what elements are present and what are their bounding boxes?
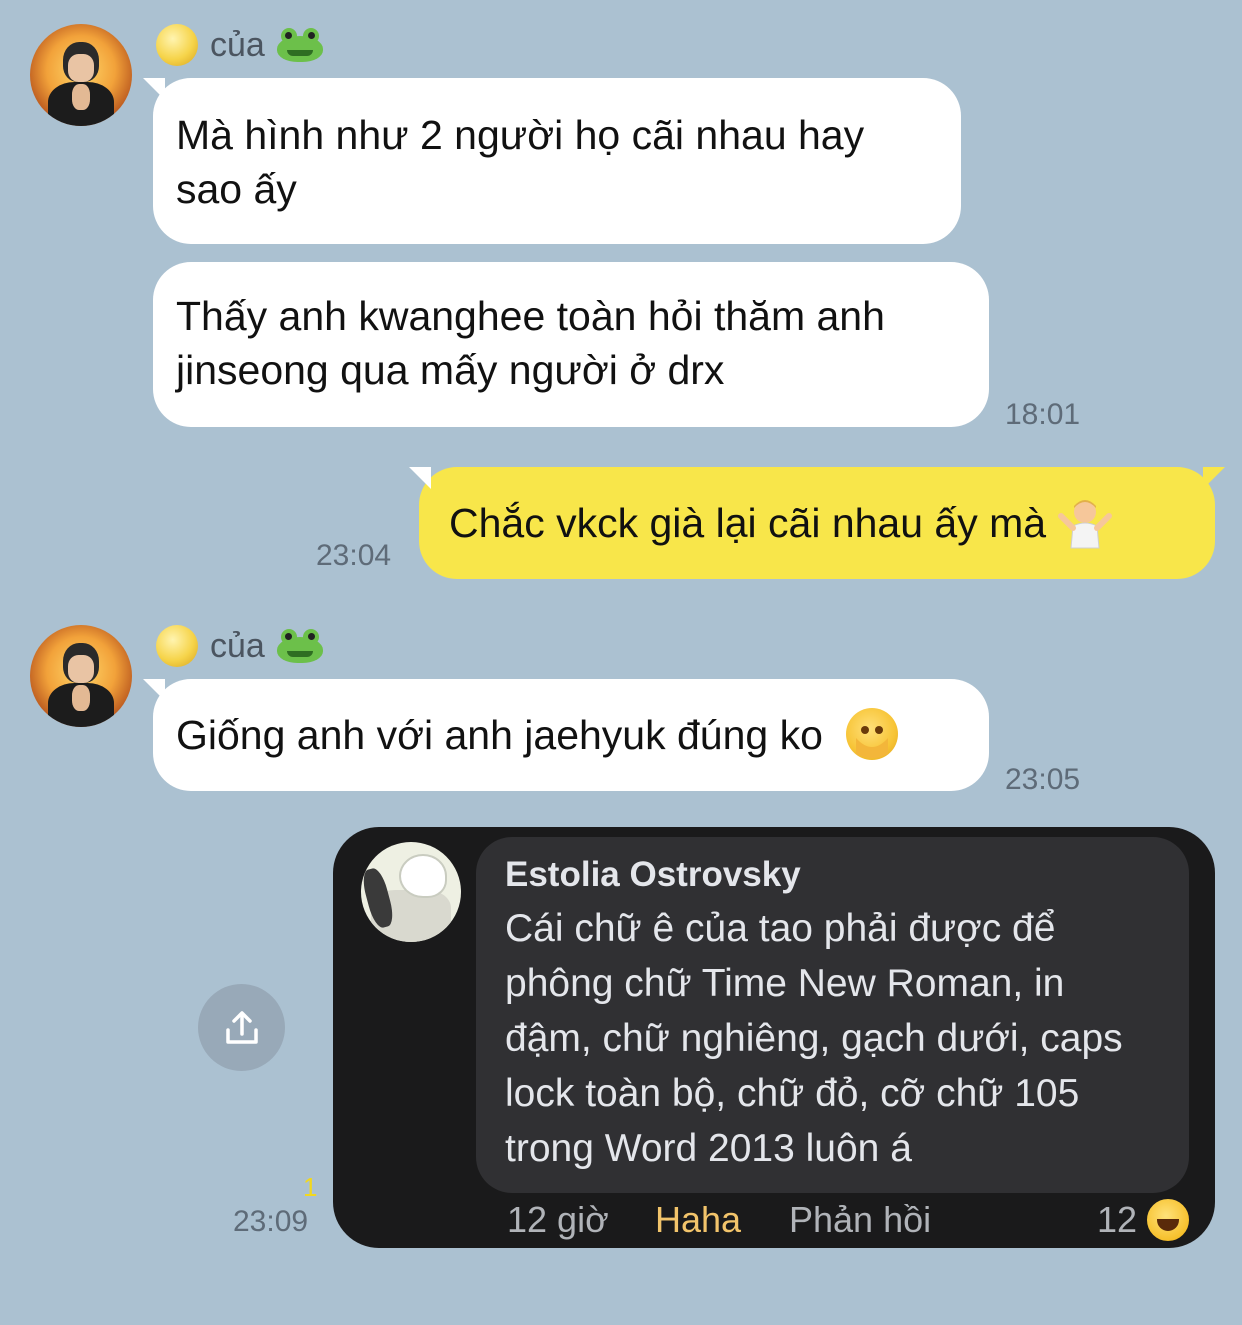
shared-image[interactable]: Estolia Ostrovsky Cái chữ ê của tao phải… <box>333 827 1215 1248</box>
message-time: 23:09 <box>233 1205 309 1238</box>
sender-name: của <box>156 22 323 68</box>
comment-line: Cái chữ ê của tao phải được để <box>505 907 1056 950</box>
message-time: 23:05 <box>1005 763 1081 796</box>
unread-count: 1 <box>303 1172 318 1202</box>
message-text-line: Mà hình như 2 người họ cãi nhau hay <box>176 112 865 158</box>
frog-emoji-icon <box>276 28 323 62</box>
sender-name: của <box>156 623 323 669</box>
message-bubble[interactable]: Giống anh với anh jaehyuk đúng ko <box>143 679 989 791</box>
share-icon <box>225 1010 258 1044</box>
comment-age: 12 giờ <box>507 1199 609 1240</box>
message-bubble[interactable]: Mà hình như 2 người họ cãi nhau hay sao … <box>143 78 961 244</box>
message-text-line: Thấy anh kwanghee toàn hỏi thăm anh <box>176 293 885 339</box>
comment-reply-label: Phản hồi <box>789 1199 932 1240</box>
message-time: 18:01 <box>1005 398 1081 431</box>
comment-text: Cái chữ ê của tao phải được để phông chữ… <box>505 901 1165 1176</box>
person-shrugging-icon <box>1057 494 1113 550</box>
message-text-line: sao ấy <box>176 166 297 212</box>
sender-name-text: của <box>210 626 265 665</box>
commenter-avatar <box>361 842 461 942</box>
comment-author: Estolia Ostrovsky <box>505 855 801 894</box>
comment-reaction-label: Haha <box>655 1199 742 1240</box>
sender-avatar[interactable] <box>30 24 132 126</box>
message-bubble[interactable]: Thấy anh kwanghee toàn hỏi thăm anh jins… <box>153 262 989 427</box>
message-text: Giống anh với anh jaehyuk đúng ko <box>176 712 823 758</box>
message-text-line: jinseong qua mấy người ở drx <box>176 347 725 393</box>
message-text: Chắc vkck già lại cãi nhau ấy mà <box>449 500 1047 546</box>
sender-name-text: của <box>210 25 265 64</box>
comment-line: phông chữ Time New Roman, in <box>505 962 1065 1005</box>
comment-line: trong Word 2013 luôn á <box>505 1127 912 1170</box>
my-message-bubble[interactable]: Chắc vkck già lại cãi nhau ấy mà <box>409 467 1225 579</box>
message-time: 23:04 <box>316 539 392 572</box>
comment-line: lock toàn bộ, chữ đỏ, cỡ chữ 105 <box>505 1072 1080 1115</box>
frog-emoji-icon <box>276 629 323 663</box>
sender-avatar[interactable] <box>30 625 132 727</box>
laughing-reaction-icon <box>1145 1197 1191 1243</box>
face-with-open-eyes-and-hand-over-mouth-icon <box>846 708 899 761</box>
moon-emoji-icon <box>156 625 198 667</box>
comment-line: đậm, chữ nghiêng, gạch dưới, caps <box>505 1017 1123 1060</box>
moon-emoji-icon <box>156 24 198 66</box>
share-button[interactable] <box>198 984 285 1071</box>
comment-reaction-count: 12 <box>1097 1199 1138 1240</box>
